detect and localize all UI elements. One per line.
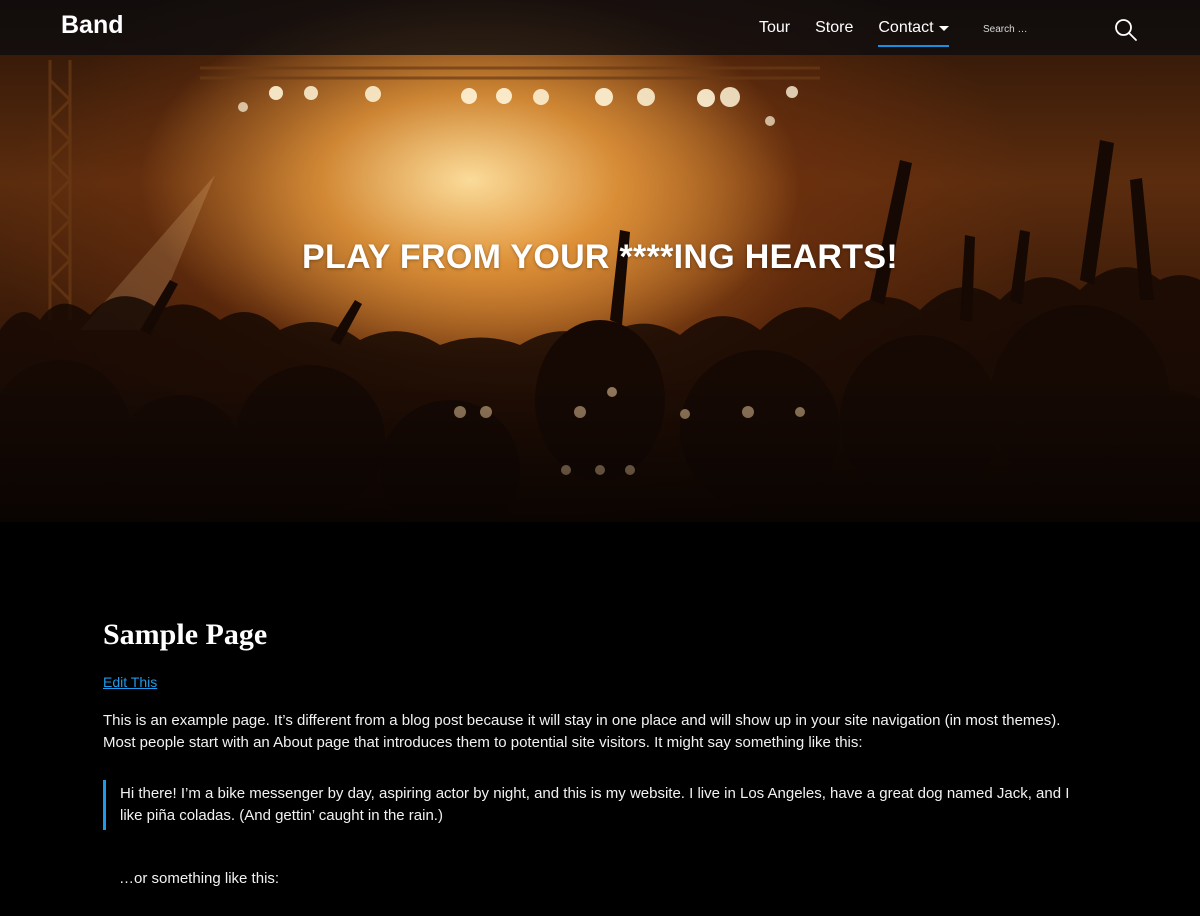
nav-item-tour[interactable]: Tour bbox=[759, 19, 790, 37]
nav-item-label: Contact bbox=[878, 18, 934, 36]
site-title-link[interactable]: Band bbox=[61, 11, 124, 40]
nav-item-store[interactable]: Store bbox=[815, 19, 853, 37]
search-input[interactable] bbox=[983, 19, 1093, 39]
site-header: Band Tour Store Contact bbox=[0, 0, 1200, 55]
hero-banner: PLAY FROM YOUR ****ING HEARTS! bbox=[0, 0, 1200, 522]
caret-down-icon bbox=[938, 26, 949, 31]
nav-item-contact[interactable]: Contact bbox=[878, 18, 949, 47]
search-icon[interactable] bbox=[1114, 18, 1138, 42]
nav-item-label: Store bbox=[815, 18, 854, 36]
blockquote: Hi there! I’m a bike messenger by day, a… bbox=[103, 780, 1083, 830]
main-navigation: Tour Store Contact bbox=[759, 0, 974, 55]
hero-title: PLAY FROM YOUR ****ING HEARTS! bbox=[302, 238, 898, 276]
after-quote-paragraph: …or something like this: bbox=[119, 870, 280, 887]
edit-link[interactable]: Edit This bbox=[103, 674, 157, 690]
intro-paragraph: This is an example page. It’s different … bbox=[103, 712, 1061, 751]
page-title: Sample Page bbox=[103, 618, 268, 651]
nav-item-label: Tour bbox=[759, 18, 791, 36]
page-content: Sample Page Edit This This is an example… bbox=[103, 618, 1083, 916]
quote-text: Hi there! I’m a bike messenger by day, a… bbox=[120, 785, 1070, 824]
